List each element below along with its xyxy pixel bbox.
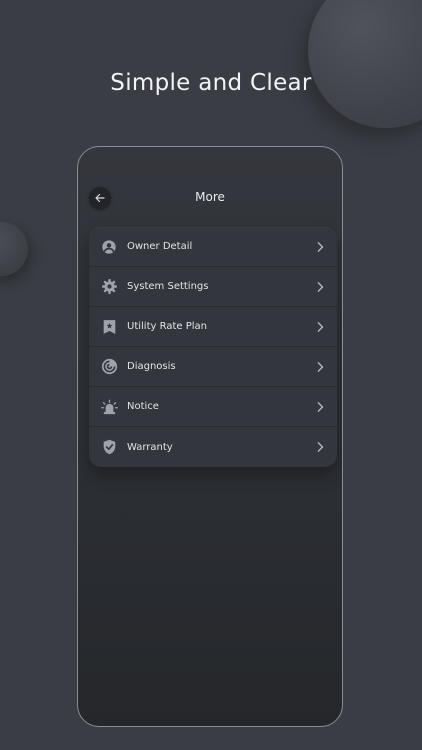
app-screenshot: Simple and Clear More Owner Detail Syste… (0, 0, 422, 750)
decorative-circle-small (0, 222, 28, 276)
phone-frame: More Owner Detail System Settings Utilit… (77, 146, 343, 727)
chevron-right-icon (315, 281, 325, 292)
menu-item-warranty[interactable]: Warranty (89, 427, 337, 467)
menu-item-label: Diagnosis (127, 361, 176, 372)
menu-item-system-settings[interactable]: System Settings (89, 267, 337, 307)
chevron-right-icon (315, 321, 325, 332)
user-circle-icon (100, 238, 118, 256)
menu-item-notice[interactable]: Notice (89, 387, 337, 427)
menu-item-label: Notice (127, 401, 159, 412)
menu-item-label: Owner Detail (127, 241, 193, 252)
chevron-right-icon (315, 442, 325, 452)
chevron-right-icon (315, 361, 325, 372)
gear-icon (100, 278, 118, 296)
menu-item-label: Utility Rate Plan (127, 321, 207, 332)
menu-item-diagnosis[interactable]: Diagnosis (89, 347, 337, 387)
alarm-siren-icon (100, 398, 118, 416)
radar-icon (100, 358, 118, 376)
menu-item-label: System Settings (127, 281, 209, 292)
promo-headline: Simple and Clear (110, 70, 312, 96)
menu-item-owner-detail[interactable]: Owner Detail (89, 227, 337, 267)
menu-list: Owner Detail System Settings Utility Rat… (89, 227, 337, 467)
chevron-right-icon (315, 401, 325, 412)
screen-title: More (195, 190, 225, 204)
chevron-right-icon (315, 241, 325, 252)
shield-check-icon (100, 438, 118, 456)
decorative-circle-large (308, 0, 422, 128)
bookmark-plan-icon (100, 318, 118, 336)
menu-item-utility-rate-plan[interactable]: Utility Rate Plan (89, 307, 337, 347)
menu-item-label: Warranty (127, 441, 173, 453)
